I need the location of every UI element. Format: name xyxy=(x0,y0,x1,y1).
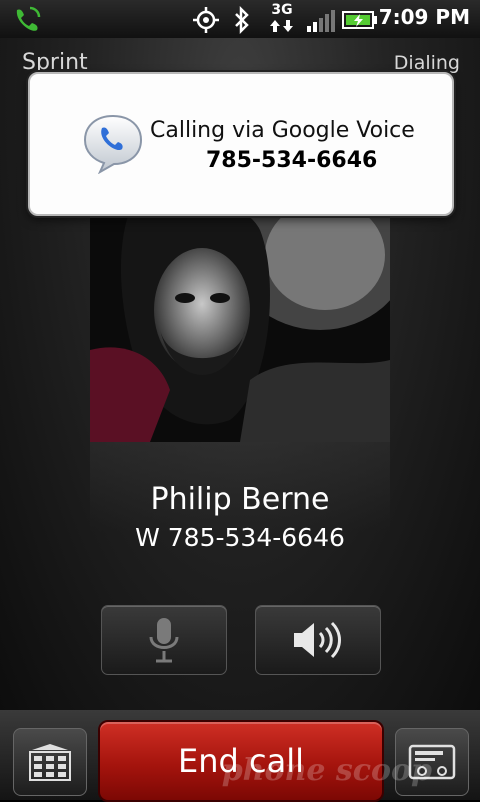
contact-name: Philip Berne xyxy=(150,482,330,517)
watermark: phone scoop xyxy=(221,753,432,788)
gps-icon xyxy=(192,6,220,38)
3g-data-icon: 3G xyxy=(268,2,296,34)
signal-icon xyxy=(306,8,336,38)
google-voice-icon xyxy=(82,112,144,178)
status-time: 7:09 PM xyxy=(378,5,470,29)
toast-message: Calling via Google Voice xyxy=(150,118,415,143)
toast-number: 785-534-6646 xyxy=(206,148,378,173)
speaker-button[interactable] xyxy=(255,605,381,675)
keypad-button[interactable] xyxy=(13,728,87,796)
contact-photo xyxy=(90,190,390,442)
bluetooth-icon xyxy=(232,5,252,38)
call-state: Dialing xyxy=(393,52,460,74)
contact-number: W 785-534-6646 xyxy=(135,523,345,552)
call-action-bar: End call phone scoop xyxy=(0,710,480,802)
mute-button[interactable] xyxy=(101,605,227,675)
status-bar: 3G 7:09 PM xyxy=(0,0,480,38)
google-voice-toast: Calling via Google Voice 785-534-6646 xyxy=(28,72,454,216)
phone-active-icon xyxy=(12,5,42,37)
network-type-label: 3G xyxy=(271,2,293,18)
battery-icon xyxy=(342,10,378,34)
